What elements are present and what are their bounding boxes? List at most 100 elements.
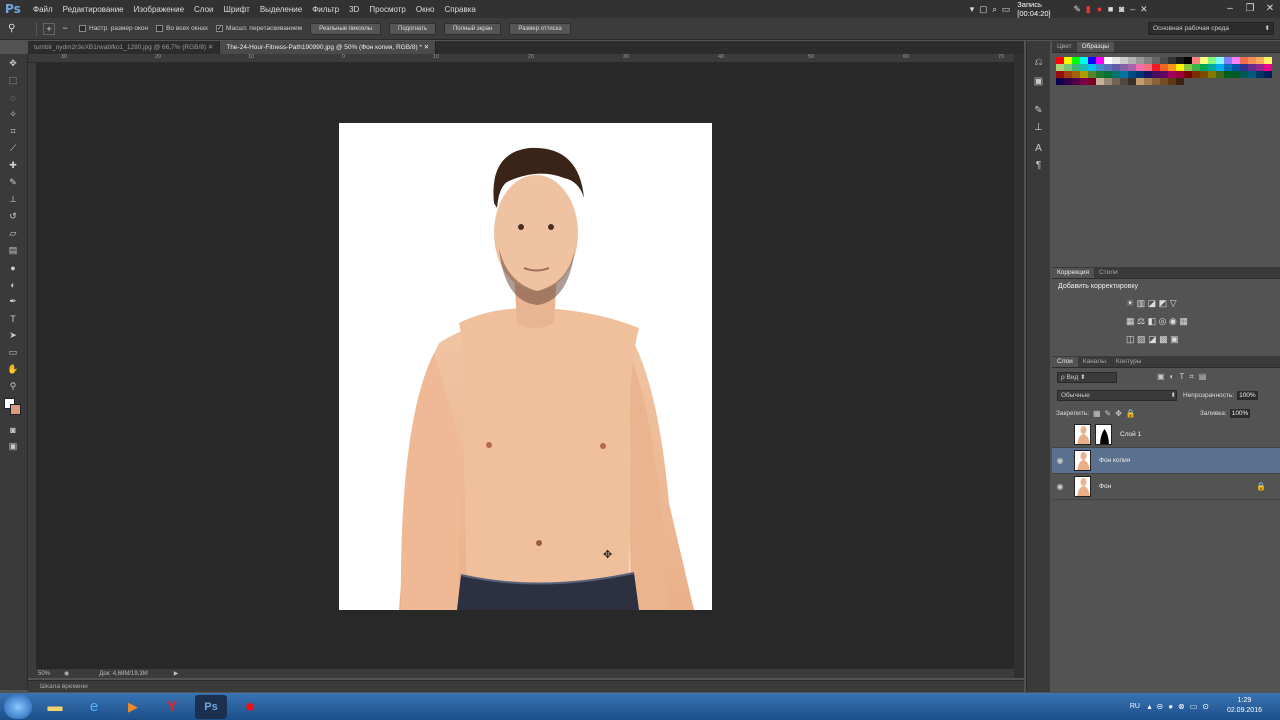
close-icon[interactable]: ✕ xyxy=(1140,4,1148,14)
swatch[interactable] xyxy=(1208,57,1216,64)
background-color[interactable] xyxy=(10,404,21,415)
blend-mode-select[interactable]: Обычные ⬍ xyxy=(1057,389,1177,401)
restore-button[interactable]: ❐ xyxy=(1240,0,1260,18)
camera-icon[interactable]: ◙ xyxy=(1118,4,1126,14)
swatch[interactable] xyxy=(1104,57,1112,64)
photo-filter-icon[interactable]: ◎ xyxy=(1159,316,1167,326)
layer-filter-select[interactable]: ρ Вид ⬍ xyxy=(1057,371,1117,383)
swatch[interactable] xyxy=(1216,71,1224,78)
actual-pixels-button[interactable]: Реальные пикселы xyxy=(310,22,382,35)
tab-swatches[interactable]: Образцы xyxy=(1076,42,1114,52)
menu-item-1[interactable]: Редактирование xyxy=(60,5,131,14)
swatch[interactable] xyxy=(1096,64,1104,71)
print-size-button[interactable]: Размер оттиска xyxy=(509,22,571,35)
swatch[interactable] xyxy=(1224,57,1232,64)
fit-screen-button[interactable]: Подогнать xyxy=(389,22,436,35)
swatch[interactable] xyxy=(1152,64,1160,71)
tray-icons[interactable]: ▴⊝●⊗▭⊙ xyxy=(1147,702,1214,711)
swatch[interactable] xyxy=(1112,71,1120,78)
swatch[interactable] xyxy=(1160,57,1168,64)
fill-input[interactable]: 100% xyxy=(1229,408,1251,418)
swatch[interactable] xyxy=(1120,78,1128,85)
swatch[interactable] xyxy=(1064,57,1072,64)
swatch[interactable] xyxy=(1088,71,1096,78)
visibility-eye-icon[interactable]: ◉ xyxy=(1052,482,1068,491)
layer-name[interactable]: Фон xyxy=(1099,483,1111,490)
layer-thumbnail[interactable] xyxy=(1074,424,1091,445)
zoom-in-icon[interactable]: + xyxy=(43,22,55,35)
zoom-tool-icon[interactable]: ⚲ xyxy=(8,23,22,34)
swatch[interactable] xyxy=(1128,78,1136,85)
swatch[interactable] xyxy=(1184,57,1192,64)
menu-item-0[interactable]: Файл xyxy=(30,5,60,14)
move-tool-icon[interactable]: ✥ xyxy=(4,56,22,71)
info-panel-icon[interactable]: ▣ xyxy=(1027,76,1050,87)
swatch[interactable] xyxy=(1240,64,1248,71)
swatch[interactable] xyxy=(1112,57,1120,64)
swatch[interactable] xyxy=(1256,64,1264,71)
swatch[interactable] xyxy=(1120,64,1128,71)
swatch[interactable] xyxy=(1168,57,1176,64)
start-button[interactable] xyxy=(4,694,32,719)
swatch[interactable] xyxy=(1104,71,1112,78)
swatch[interactable] xyxy=(1056,57,1064,64)
status-menu-icon[interactable]: ▶ xyxy=(174,670,179,677)
swatch[interactable] xyxy=(1176,57,1184,64)
swatch[interactable] xyxy=(1080,71,1088,78)
menu-item-4[interactable]: Шрифт xyxy=(220,5,256,14)
filter-icons[interactable]: ▣◐T⌗▤ xyxy=(1157,372,1211,382)
balance-icon[interactable]: ⚖ xyxy=(1137,316,1145,326)
layer-name[interactable]: Слой 1 xyxy=(1120,431,1141,438)
swatch[interactable] xyxy=(1152,57,1160,64)
swatch[interactable] xyxy=(1128,57,1136,64)
swatch[interactable] xyxy=(1168,78,1176,85)
swatch[interactable] xyxy=(1152,78,1160,85)
color-swatches[interactable] xyxy=(4,398,27,420)
brush-panel-icon[interactable]: ✎ xyxy=(1027,105,1050,116)
tab-adjustments[interactable]: Коррекция xyxy=(1052,268,1094,278)
gradient-tool-icon[interactable]: ▤ xyxy=(4,243,22,258)
healing-tool-icon[interactable]: ✚ xyxy=(4,158,22,173)
history-icon[interactable]: ⎌ xyxy=(1027,57,1050,68)
swatch[interactable] xyxy=(1200,57,1208,64)
menu-item-7[interactable]: 3D xyxy=(346,5,366,14)
swatch[interactable] xyxy=(1176,78,1184,85)
swatch[interactable] xyxy=(1080,57,1088,64)
dropdown-icon[interactable]: ▾ xyxy=(968,4,976,14)
layer-thumbnail[interactable] xyxy=(1074,476,1091,497)
swatch[interactable] xyxy=(1216,57,1224,64)
invert-icon[interactable]: ◫ xyxy=(1126,334,1135,344)
resize-windows-checkbox[interactable]: Настр. размер окон xyxy=(79,25,148,32)
zoom-tool-icon[interactable]: ⚲ xyxy=(4,379,22,394)
swatch[interactable] xyxy=(1232,71,1240,78)
swatch[interactable] xyxy=(1176,71,1184,78)
photoshop-taskbar-icon[interactable]: Ps xyxy=(195,694,227,719)
swatch[interactable] xyxy=(1080,64,1088,71)
swatch[interactable] xyxy=(1088,64,1096,71)
character-panel-icon[interactable]: A xyxy=(1027,143,1050,154)
swatch[interactable] xyxy=(1248,64,1256,71)
menu-item-5[interactable]: Выделение xyxy=(257,5,309,14)
stamp-tool-icon[interactable]: ⊥ xyxy=(4,192,22,207)
swatch[interactable] xyxy=(1112,64,1120,71)
tab-color[interactable]: Цвет xyxy=(1052,42,1077,52)
swatch[interactable] xyxy=(1192,64,1200,71)
eraser-tool-icon[interactable]: ▱ xyxy=(4,226,22,241)
swatch[interactable] xyxy=(1072,71,1080,78)
swatch[interactable] xyxy=(1208,71,1216,78)
swatch-grid[interactable] xyxy=(1054,53,1280,89)
swatch[interactable] xyxy=(1096,71,1104,78)
swatch[interactable] xyxy=(1144,57,1152,64)
swatch[interactable] xyxy=(1240,57,1248,64)
swatch[interactable] xyxy=(1200,64,1208,71)
threshold-icon[interactable]: ◪ xyxy=(1148,334,1157,344)
eyedropper-tool-icon[interactable]: ⟋ xyxy=(4,141,22,156)
selective-color-icon[interactable]: ▣ xyxy=(1170,334,1179,344)
hue-icon[interactable]: ▦ xyxy=(1126,316,1135,326)
paragraph-panel-icon[interactable]: ¶ xyxy=(1027,160,1050,171)
swatch[interactable] xyxy=(1160,71,1168,78)
path-select-tool-icon[interactable]: ➤ xyxy=(4,328,22,343)
swatch[interactable] xyxy=(1176,64,1184,71)
swatch[interactable] xyxy=(1088,78,1096,85)
swatch[interactable] xyxy=(1248,57,1256,64)
